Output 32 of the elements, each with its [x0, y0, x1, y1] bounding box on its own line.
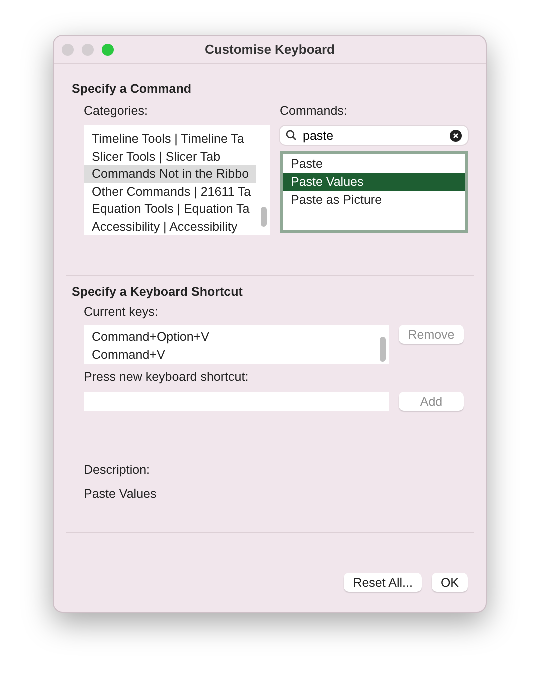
category-item[interactable]: Equation Tools | Equation Ta: [84, 200, 256, 218]
commands-label: Commands:: [280, 104, 348, 118]
description-text: Paste Values: [84, 487, 158, 501]
scrollbar-thumb[interactable]: [261, 207, 267, 227]
shortcut-item[interactable]: Command+Option+V: [84, 328, 389, 346]
shortcut-item[interactable]: Command+V: [84, 346, 389, 364]
category-item[interactable]: Timeline Tools | Timeline Ta: [84, 130, 256, 148]
clear-icon[interactable]: [450, 130, 462, 142]
window-title: Customise Keyboard: [204, 42, 336, 57]
search-input[interactable]: paste: [303, 128, 444, 142]
section-heading: Specify a Keyboard Shortcut: [72, 285, 244, 299]
categories-label: Categories:: [84, 104, 149, 118]
section-heading: Specify a Command: [72, 82, 192, 96]
category-item[interactable]: Accessibility | Accessibility: [84, 218, 256, 235]
new-shortcut-label: Press new keyboard shortcut:: [84, 370, 250, 384]
description-label: Description:: [84, 463, 151, 477]
dialog-button[interactable]: Reset All...: [344, 573, 422, 592]
close-button[interactable]: [62, 44, 74, 56]
search-field[interactable]: paste: [280, 126, 468, 145]
command-item[interactable]: Paste: [283, 155, 465, 173]
zoom-button[interactable]: [102, 44, 114, 56]
category-item[interactable]: Commands Not in the Ribbo: [84, 165, 256, 182]
minimize-button[interactable]: [82, 44, 94, 56]
dialog-button[interactable]: OK: [432, 573, 468, 592]
command-item[interactable]: Paste as Picture: [283, 191, 465, 209]
command-item[interactable]: Paste Values: [283, 173, 465, 191]
search-icon: [286, 130, 297, 141]
current-keys-label: Current keys:: [84, 305, 160, 319]
category-item[interactable]: Other Commands | 21611 Ta: [84, 182, 256, 200]
scrollbar-thumb[interactable]: [380, 337, 386, 362]
category-item[interactable]: Slicer Tools | Slicer Tab: [84, 148, 256, 165]
shortcut-field[interactable]: [84, 392, 389, 411]
